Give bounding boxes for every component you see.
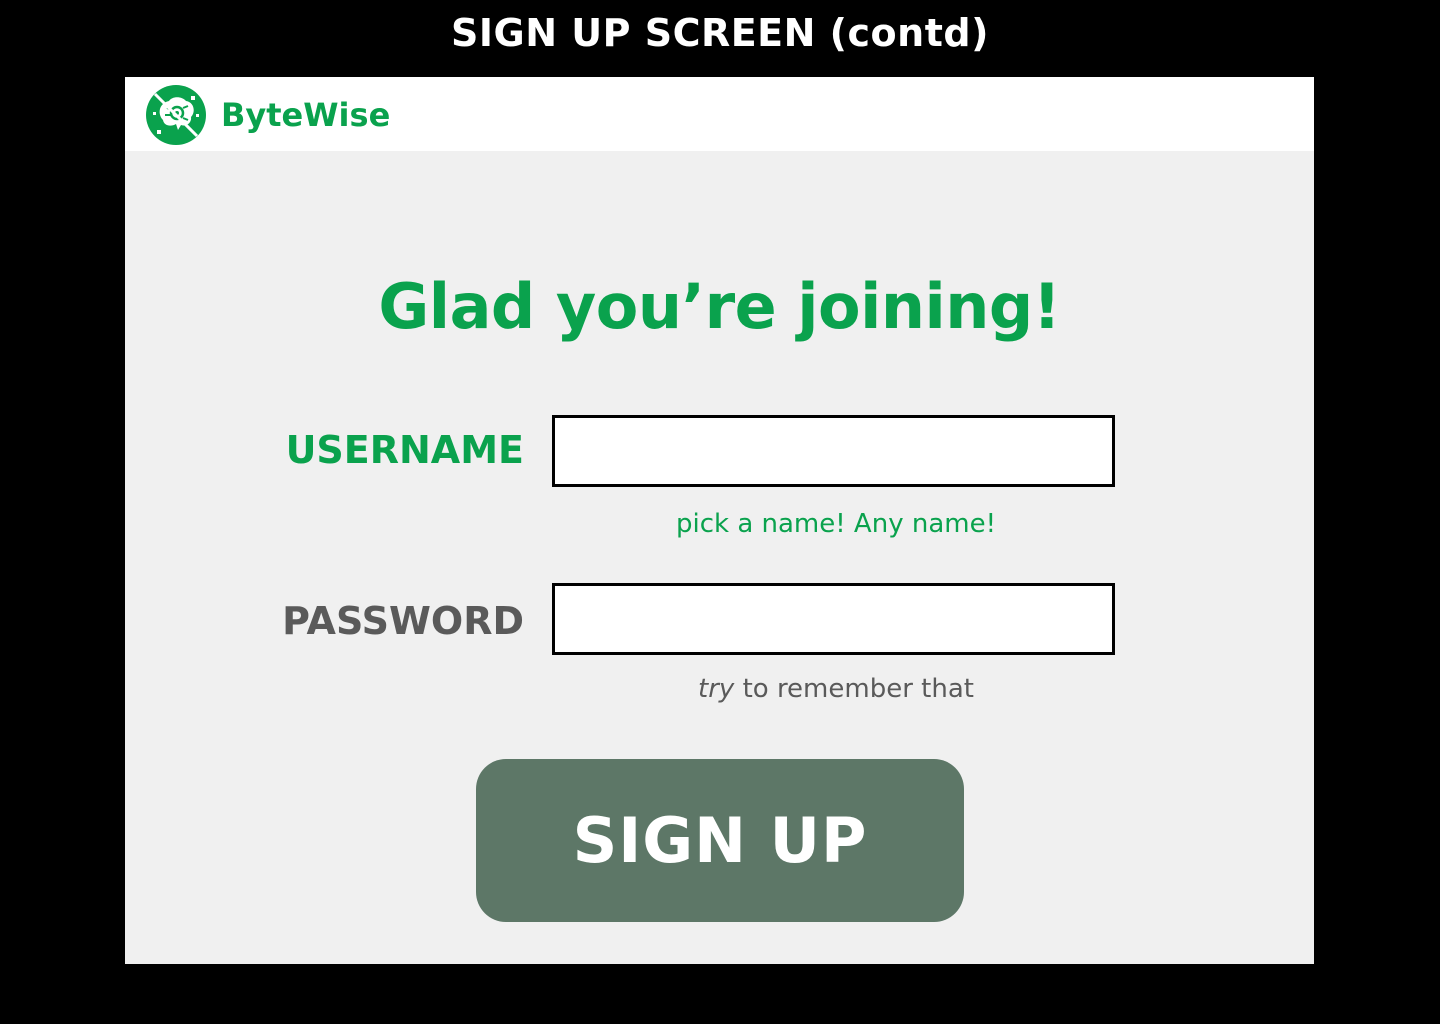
- username-label: USERNAME: [285, 428, 524, 472]
- password-hint-text: to remember that: [734, 674, 974, 704]
- sign-up-button[interactable]: SIGN UP: [476, 759, 964, 922]
- brain-chip-logo-icon: [146, 85, 206, 145]
- username-input[interactable]: [552, 415, 1115, 487]
- app-window: ByteWise Glad you’re joining! USERNAME p…: [125, 77, 1314, 964]
- frame-title: SIGN UP SCREEN (contd): [451, 11, 989, 55]
- password-hint-emphasis: try: [698, 674, 735, 704]
- password-hint: try to remember that: [552, 672, 1120, 706]
- password-input[interactable]: [552, 583, 1115, 655]
- brand-name: ByteWise: [221, 96, 391, 134]
- username-hint: pick a name! Any name!: [675, 509, 997, 539]
- app-header: ByteWise: [125, 77, 1314, 151]
- page-title: Glad you’re joining!: [378, 270, 1061, 343]
- password-label: PASSWORD: [282, 599, 524, 643]
